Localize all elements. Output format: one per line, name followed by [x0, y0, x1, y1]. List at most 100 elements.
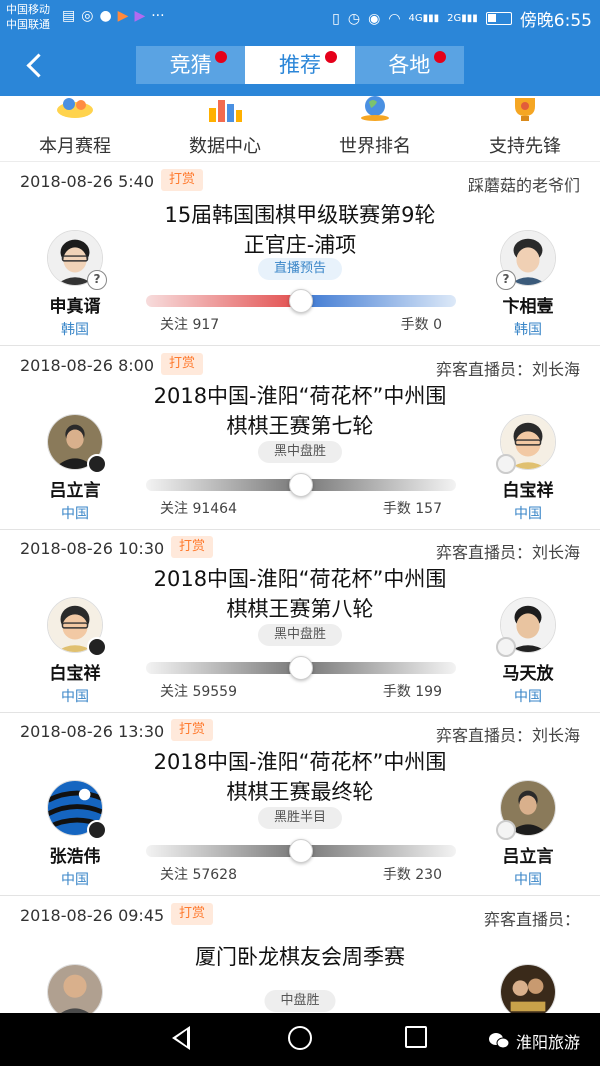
- nav-data-center[interactable]: 数据中心: [150, 96, 300, 161]
- globe-icon: [361, 96, 389, 121]
- match-title: 2018中国-淮阳“荷花杯”中州围 棋棋王赛最终轮: [120, 747, 480, 807]
- player-name: 吕立言: [49, 481, 101, 501]
- avatar: ?: [496, 230, 556, 290]
- signal-4g-icon: 4G▮▮▮: [408, 13, 440, 24]
- alarm-icon: ◷: [347, 10, 361, 27]
- player-name: 张浩伟: [49, 847, 101, 867]
- win-rate-knob: [289, 839, 313, 863]
- match-card[interactable]: 2018-08-26 5:40 打赏 踩蘑菇的老爷们 15届韩国围棋甲级联赛第9…: [0, 162, 600, 346]
- player-right[interactable]: [491, 964, 565, 1020]
- white-stone-icon: [496, 820, 516, 840]
- player-right[interactable]: 白宝祥 中国: [491, 414, 565, 523]
- player-app-icon: ▶: [134, 8, 146, 24]
- match-title-line: 2018中国-淮阳“荷花杯”中州围: [153, 750, 447, 774]
- signal-2g-label: 2G: [447, 13, 462, 24]
- player-right[interactable]: 吕立言 中国: [491, 780, 565, 889]
- match-title-line: 2018中国-淮阳“荷花杯”中州围: [153, 384, 447, 408]
- player-right[interactable]: ? 卞相壹 韩国: [491, 230, 565, 339]
- match-title-line: 棋棋王赛最终轮: [226, 780, 374, 804]
- player-country: 韩国: [61, 322, 89, 338]
- player-country: 中国: [61, 506, 89, 522]
- status-badge: 黑中盘胜: [257, 441, 343, 463]
- signal-2g-icon: 2G▮▮▮: [447, 13, 478, 24]
- system-recents-icon[interactable]: [405, 1026, 427, 1048]
- match-title: 厦门卧龙棋友会周季赛: [120, 942, 480, 972]
- follow-count: 关注 57628: [160, 867, 237, 883]
- tip-button[interactable]: 打赏: [171, 536, 214, 558]
- avatar: [46, 780, 107, 840]
- calendar-icon: [57, 98, 93, 118]
- back-icon[interactable]: [22, 48, 52, 82]
- status-bar: 中国移动 中国联通 ▤ ◎ ● ▶ ▶ ··· ▯ ◷ ◉ ◠ 4G▮▮▮ 2G…: [0, 0, 600, 36]
- data-saver-icon: ◎: [81, 8, 94, 24]
- tab-label: 推荐: [278, 53, 321, 77]
- tab-guess[interactable]: 竞猜: [136, 46, 246, 84]
- tip-button[interactable]: 打赏: [161, 353, 204, 375]
- wechat-icon: [488, 1033, 510, 1049]
- wechat-icon: ●: [99, 8, 112, 24]
- battery-icon: [485, 12, 512, 25]
- player-photo: [500, 964, 556, 1020]
- player-left[interactable]: 张浩伟 中国: [38, 780, 112, 889]
- black-stone-icon: [87, 637, 107, 657]
- caster-name: 弈客直播员：刘长海: [435, 726, 580, 745]
- nav-schedule[interactable]: 本月赛程: [0, 96, 150, 161]
- player-country: 中国: [61, 872, 89, 888]
- nav-world-ranking[interactable]: 世界排名: [300, 96, 450, 161]
- nav-support-pioneer[interactable]: 支持先锋: [450, 96, 600, 161]
- nav-label: 本月赛程: [39, 136, 111, 157]
- caster-name: 弈客直播员：刘长海: [435, 360, 580, 379]
- carrier-2: 中国联通: [6, 18, 50, 31]
- tab-local[interactable]: 各地: [354, 46, 464, 84]
- watermark-text: 淮阳旅游: [515, 1033, 580, 1052]
- white-stone-icon: [496, 454, 516, 474]
- trophy-icon: [515, 98, 535, 121]
- player-left[interactable]: 白宝祥 中国: [38, 597, 112, 706]
- nav-label: 数据中心: [189, 136, 261, 157]
- caster-name: 踩蘑菇的老爷们: [467, 176, 580, 195]
- status-right: ▯ ◷ ◉ ◠ 4G▮▮▮ 2G▮▮▮ 傍晚6:55: [332, 6, 592, 32]
- unknown-stone-icon: ?: [87, 270, 107, 290]
- notification-dot: [433, 51, 446, 63]
- tab-recommend[interactable]: 推荐: [245, 46, 355, 84]
- match-card[interactable]: 2018-08-26 8:00 打赏 弈客直播员：刘长海 2018中国-淮阳“荷…: [0, 346, 600, 530]
- player-left[interactable]: ? 申真谞 韩国: [38, 230, 112, 339]
- match-card[interactable]: 2018-08-26 13:30 打赏 弈客直播员：刘长海 2018中国-淮阳“…: [0, 712, 600, 896]
- match-title: 2018中国-淮阳“荷花杯”中州围 棋棋王赛第七轮: [120, 381, 480, 441]
- player-left[interactable]: [38, 964, 112, 1020]
- avatar: [496, 597, 556, 657]
- nav-label: 支持先锋: [489, 136, 561, 157]
- system-home-icon[interactable]: [288, 1026, 312, 1050]
- tip-button[interactable]: 打赏: [161, 169, 204, 191]
- avatar: [47, 597, 107, 657]
- player-country: 中国: [514, 689, 542, 705]
- match-time: 2018-08-26 5:40: [20, 172, 154, 191]
- eye-icon: ◉: [368, 10, 381, 27]
- tab-label: 竞猜: [169, 53, 212, 77]
- avatar: [47, 414, 107, 474]
- match-card[interactable]: 2018-08-26 09:45 打赏 弈客直播员： 厦门卧龙棋友会周季赛 中盘…: [0, 896, 600, 1020]
- avatar: [47, 964, 103, 1020]
- unknown-stone-icon: ?: [496, 270, 516, 290]
- tip-button[interactable]: 打赏: [171, 903, 214, 925]
- player-right[interactable]: 马天放 中国: [491, 597, 565, 706]
- clock: 傍晚6:55: [519, 11, 592, 31]
- caster-name: 弈客直播员：刘长海: [435, 543, 580, 562]
- nav-label: 世界排名: [339, 136, 411, 157]
- system-back-icon[interactable]: [172, 1026, 190, 1050]
- carrier-1: 中国移动: [6, 3, 50, 16]
- player-left[interactable]: 吕立言 中国: [38, 414, 112, 523]
- avatar: [496, 780, 556, 840]
- move-count: 手数 199: [382, 684, 442, 700]
- status-badge: 黑胜半目: [257, 807, 343, 829]
- status-badge: 直播预告: [257, 258, 343, 280]
- tab-label: 各地: [388, 53, 431, 77]
- match-title-line: 棋棋王赛第七轮: [226, 414, 374, 438]
- player-country: 韩国: [514, 322, 542, 338]
- match-title: 15届韩国围棋甲级联赛第9轮 正官庄-浦项: [120, 200, 480, 260]
- match-card[interactable]: 2018-08-26 10:30 打赏 弈客直播员：刘长海 2018中国-淮阳“…: [0, 529, 600, 713]
- video-app-icon: ▶: [117, 8, 129, 24]
- follow-count: 关注 59559: [160, 684, 237, 700]
- avatar: [496, 414, 556, 474]
- tip-button[interactable]: 打赏: [171, 719, 214, 741]
